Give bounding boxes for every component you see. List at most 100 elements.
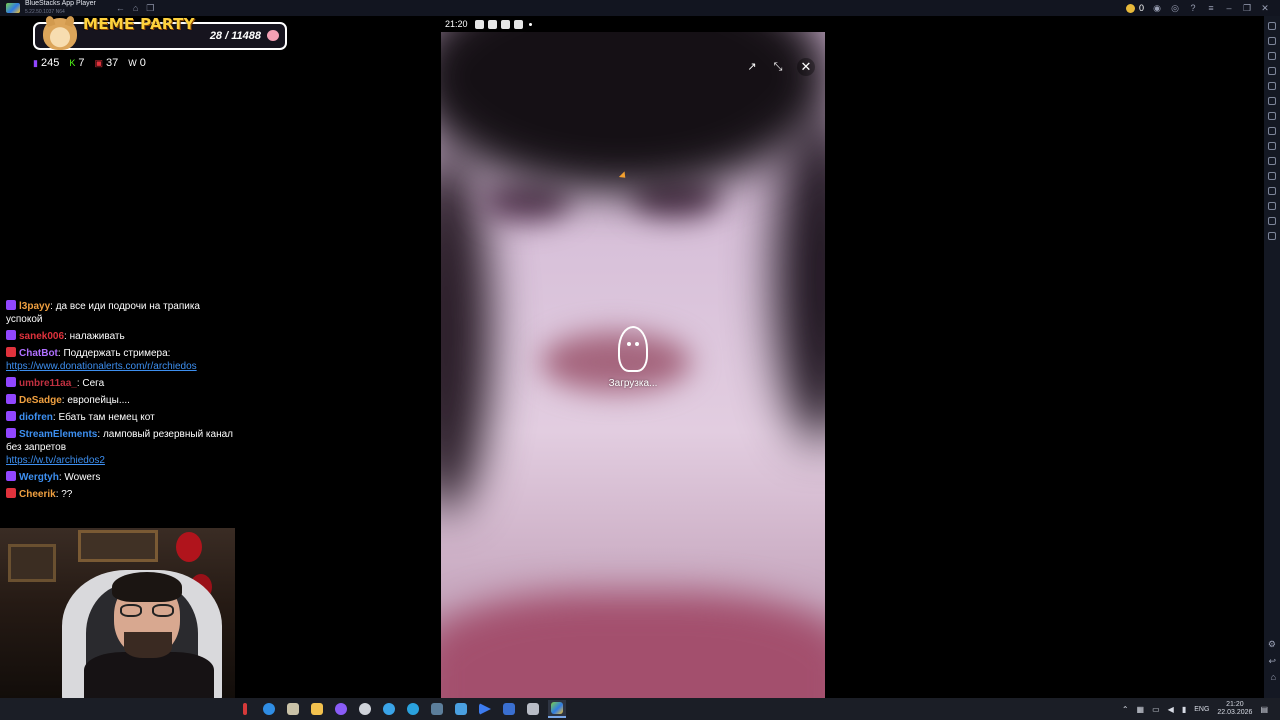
media-folder-icon[interactable] [1268,157,1276,165]
taskbar-date: 22.03.2026 [1217,709,1253,716]
app-title-text: BlueStacks App Player [25,0,96,7]
webcam-feed [0,528,235,698]
settings-gear-icon[interactable]: ⚙ [1268,639,1276,650]
close-window-icon[interactable]: ✕ [1260,3,1270,14]
notification-icon [474,19,484,29]
taskbar-app-store-icon[interactable] [452,700,470,718]
chat-username[interactable]: diofren [19,412,53,423]
chat-username[interactable]: StreamElements [19,429,97,440]
taskbar-apps [236,698,566,720]
meme-party-count: 28 / 11488 [209,30,261,42]
coin-icon [1125,3,1135,13]
chat-username[interactable]: DeSadge [19,395,62,406]
taskbar-app-telegram-icon[interactable] [404,700,422,718]
chat-username[interactable]: umbre11aa_ [19,378,77,389]
notification-center-icon[interactable]: ▤ [1260,705,1268,714]
macro-icon[interactable] [1268,67,1276,75]
taskbar-app-settings-icon[interactable] [356,700,374,718]
chat-username[interactable]: ChatBot [19,348,58,359]
pig-icon [267,30,279,41]
bluestacks-logo-icon [6,3,20,13]
minimize-video-icon[interactable]: ⤡ [771,60,785,74]
w-icon: W [128,58,137,68]
chat-message: Cheerik: ?? [6,488,236,501]
tabs-icon[interactable]: ❐ [146,3,154,14]
chat-message: ChatBot: Поддержать стримера: https://ww… [6,347,197,372]
taskbar-app-chrome-icon[interactable] [380,700,398,718]
wall-picture [8,544,56,582]
viewer-stats: ▮ 245 K 7 ▣ 37 W 0 [33,57,146,69]
volume-icon[interactable] [1268,217,1276,225]
restore-icon[interactable]: ❐ [1242,3,1252,14]
chat-username[interactable]: l3payy [19,301,50,312]
taskbar-time: 21:20 [1226,701,1244,708]
toolbar-back-icon[interactable]: ↩ [1268,656,1276,667]
taskbar-app-notes-icon[interactable] [284,700,302,718]
coins-counter[interactable]: 0 [1125,3,1144,13]
stat-value: 0 [139,57,146,69]
taskbar-app-tools-icon[interactable] [524,700,542,718]
stat-kick: K 7 [69,57,84,69]
taskbar-app-discord-icon[interactable] [332,700,350,718]
back-icon[interactable]: ← [116,3,125,14]
menu-icon[interactable]: ≡ [1206,3,1216,13]
eco-mode-icon[interactable] [1268,172,1276,180]
multi-instance-icon[interactable] [1268,187,1276,195]
tray-overflow-icon[interactable]: ⌃ [1122,705,1129,714]
record-icon[interactable] [1268,142,1276,150]
taskbar-app-bluestacks-icon[interactable] [548,700,566,718]
account-icon[interactable]: ◉ [1152,3,1162,14]
notification-icon[interactable]: ◎ [1170,3,1180,14]
apk-icon[interactable] [1268,112,1276,120]
chat-username[interactable]: sanek006 [19,331,64,342]
toolbar-home-icon[interactable]: ⌂ [1271,672,1276,682]
twitch-badge-icon [6,411,16,421]
chat-username[interactable]: Cheerik [19,489,56,500]
usb-icon[interactable]: ▭ [1152,705,1160,714]
chat-message: Wergtyh: Wowers [6,471,236,484]
video-call-feed[interactable]: ↗ ⤡ ✕ Загрузка... [441,32,825,698]
language-indicator[interactable]: ENG [1194,706,1209,713]
twitch-badge-icon [6,300,16,310]
system-tray: ⌃ ▦ ▭ ◀ ▮ ENG 21:20 22.03.2026 ▤ [1122,698,1268,720]
network-icon[interactable]: ▦ [1137,705,1145,714]
shake-icon[interactable] [1268,97,1276,105]
speaker-icon[interactable]: ◀ [1168,705,1174,714]
taskbar-clock[interactable]: 21:20 22.03.2026 [1217,701,1252,717]
stat-vk-live: ▣ 37 [94,57,118,69]
gamepad-icon[interactable] [1268,52,1276,60]
keyboard-icon[interactable] [1268,37,1276,45]
chat-username[interactable]: Wergtyh [19,472,59,483]
close-icon[interactable]: ✕ [797,58,815,76]
help-icon[interactable]: ? [1188,3,1198,13]
screenshot-icon[interactable] [1268,127,1276,135]
taskbar-app-explorer-icon[interactable] [308,700,326,718]
chat-link[interactable]: https://www.donationalerts.com/r/archied… [6,361,197,372]
location-icon[interactable] [1268,202,1276,210]
rotate-icon[interactable] [1268,82,1276,90]
taskbar-app-obs-icon[interactable] [500,700,518,718]
twitch-icon: ▮ [33,57,38,68]
chat-text: Wowers [64,472,101,483]
expand-icon[interactable] [1268,22,1276,30]
chat-message: sanek006: налаживать [6,330,236,343]
chat-text: европейцы.... [67,395,130,406]
coins-value: 0 [1138,3,1144,13]
taskbar-app-browser-icon[interactable] [260,700,278,718]
chat-text: ?? [61,489,73,500]
battery-icon[interactable]: ▮ [1182,705,1186,714]
taskbar-app-red-icon[interactable] [236,700,254,718]
status-time: 21:20 [445,19,468,29]
chat-link[interactable]: https://w.tv/archiedos2 [6,455,105,466]
home-icon[interactable]: ⌂ [133,3,138,14]
android-screen[interactable]: 21:20 ↗ ⤡ ✕ Загрузка... [441,16,825,698]
sync-icon[interactable] [1268,232,1276,240]
live-badge-icon [6,347,16,357]
share-icon[interactable]: ↗ [745,60,759,74]
taskbar-app-steam-icon[interactable] [428,700,446,718]
chat-message: DeSadge: европейцы.... [6,394,236,407]
minimize-icon[interactable]: – [1224,3,1234,13]
twitch-badge-icon [6,394,16,404]
taskbar-app-play-icon[interactable] [476,700,494,718]
twitch-badge-icon [6,428,16,438]
